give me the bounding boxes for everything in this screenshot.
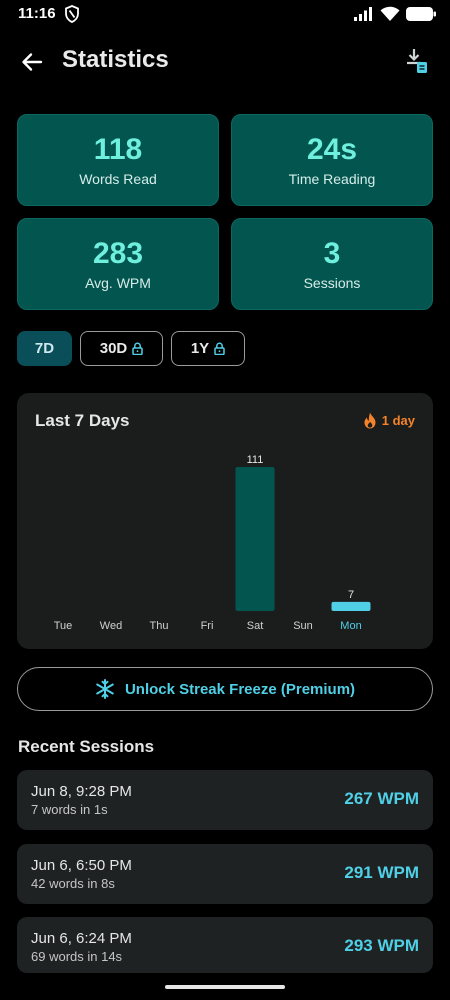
stat-card-words-read: 118 Words Read [17,114,219,206]
stat-label: Time Reading [288,171,376,187]
session-date: Jun 6, 6:50 PM [31,857,132,874]
stat-value: 283 [92,237,144,270]
bar-mon [331,601,371,611]
chart-card: Last 7 Days 1 day Tue Wed Thu Fri 111 Sat Sun 7… [17,393,433,649]
range-label: 1Y [190,340,210,357]
session-detail: 7 words in 1s [31,802,108,817]
x-tick-label: Thu [150,620,169,632]
x-tick-label: Sun [293,620,313,632]
session-row[interactable]: Jun 6, 6:24 PM 69 words in 14s 293 WPM [17,917,433,973]
x-tick-label: Wed [100,620,122,632]
arrow-left-icon [22,53,43,71]
session-detail: 42 words in 8s [31,876,115,891]
stat-label: Avg. WPM [85,275,151,291]
shield-icon [65,5,79,23]
session-date: Jun 6, 6:24 PM [31,930,132,947]
stat-card-time-reading: 24s Time Reading [231,114,433,206]
stat-value: 118 [93,133,143,166]
x-tick-label: Mon [340,620,361,632]
snowflake-icon [96,679,114,699]
x-tick-label: Sat [247,620,264,632]
stat-value: 3 [323,237,341,270]
recent-sessions-title: Recent Sessions [18,737,155,756]
wifi-icon [380,6,400,21]
range-label: 30D [99,340,128,357]
home-indicator[interactable] [165,985,285,989]
session-wpm: 291 WPM [344,863,419,882]
freeze-label: Unlock Streak Freeze (Premium) [124,680,356,698]
bar-chart: Tue Wed Thu Fri 111 Sat Sun 7 Mon [54,454,371,632]
unlock-streak-freeze-button[interactable]: Unlock Streak Freeze (Premium) [17,667,433,711]
stat-label: Sessions [303,275,361,291]
session-row[interactable]: Jun 6, 6:50 PM 42 words in 8s 291 WPM [17,844,433,904]
session-detail: 69 words in 14s [31,949,123,964]
x-tick-label: Fri [201,620,214,632]
x-tick-label: Tue [54,620,73,632]
status-time: 11:16 [18,5,56,22]
battery-icon [406,6,436,21]
range-1y-button[interactable]: 1Y [171,331,245,366]
stat-card-avg-wpm: 283 Avg. WPM [17,218,219,310]
stat-value: 24s [306,133,358,166]
lock-icon [132,342,144,355]
signal-icon [354,6,372,21]
range-7d-button[interactable]: 7D [17,331,72,366]
bar-value-label: 7 [348,589,354,601]
lock-icon [214,342,225,355]
session-wpm: 267 WPM [344,789,419,808]
stat-label: Words Read [79,171,157,187]
bar-sat [235,467,275,611]
range-30d-button[interactable]: 30D [80,331,163,366]
status-icons [354,6,436,21]
status-bar: 11:16 [0,0,450,30]
session-row[interactable]: Jun 8, 9:28 PM 7 words in 1s 267 WPM [17,770,433,830]
app-bar: Statistics [0,40,450,84]
range-label: 7D [34,340,55,357]
bar-value-label: 111 [247,454,264,466]
session-wpm: 293 WPM [344,936,419,955]
session-date: Jun 8, 9:28 PM [31,783,132,800]
stat-card-sessions: 3 Sessions [231,218,433,310]
page-title: Statistics [62,46,169,73]
export-icon [407,49,427,73]
export-button[interactable] [404,46,432,76]
back-button[interactable] [18,48,46,76]
